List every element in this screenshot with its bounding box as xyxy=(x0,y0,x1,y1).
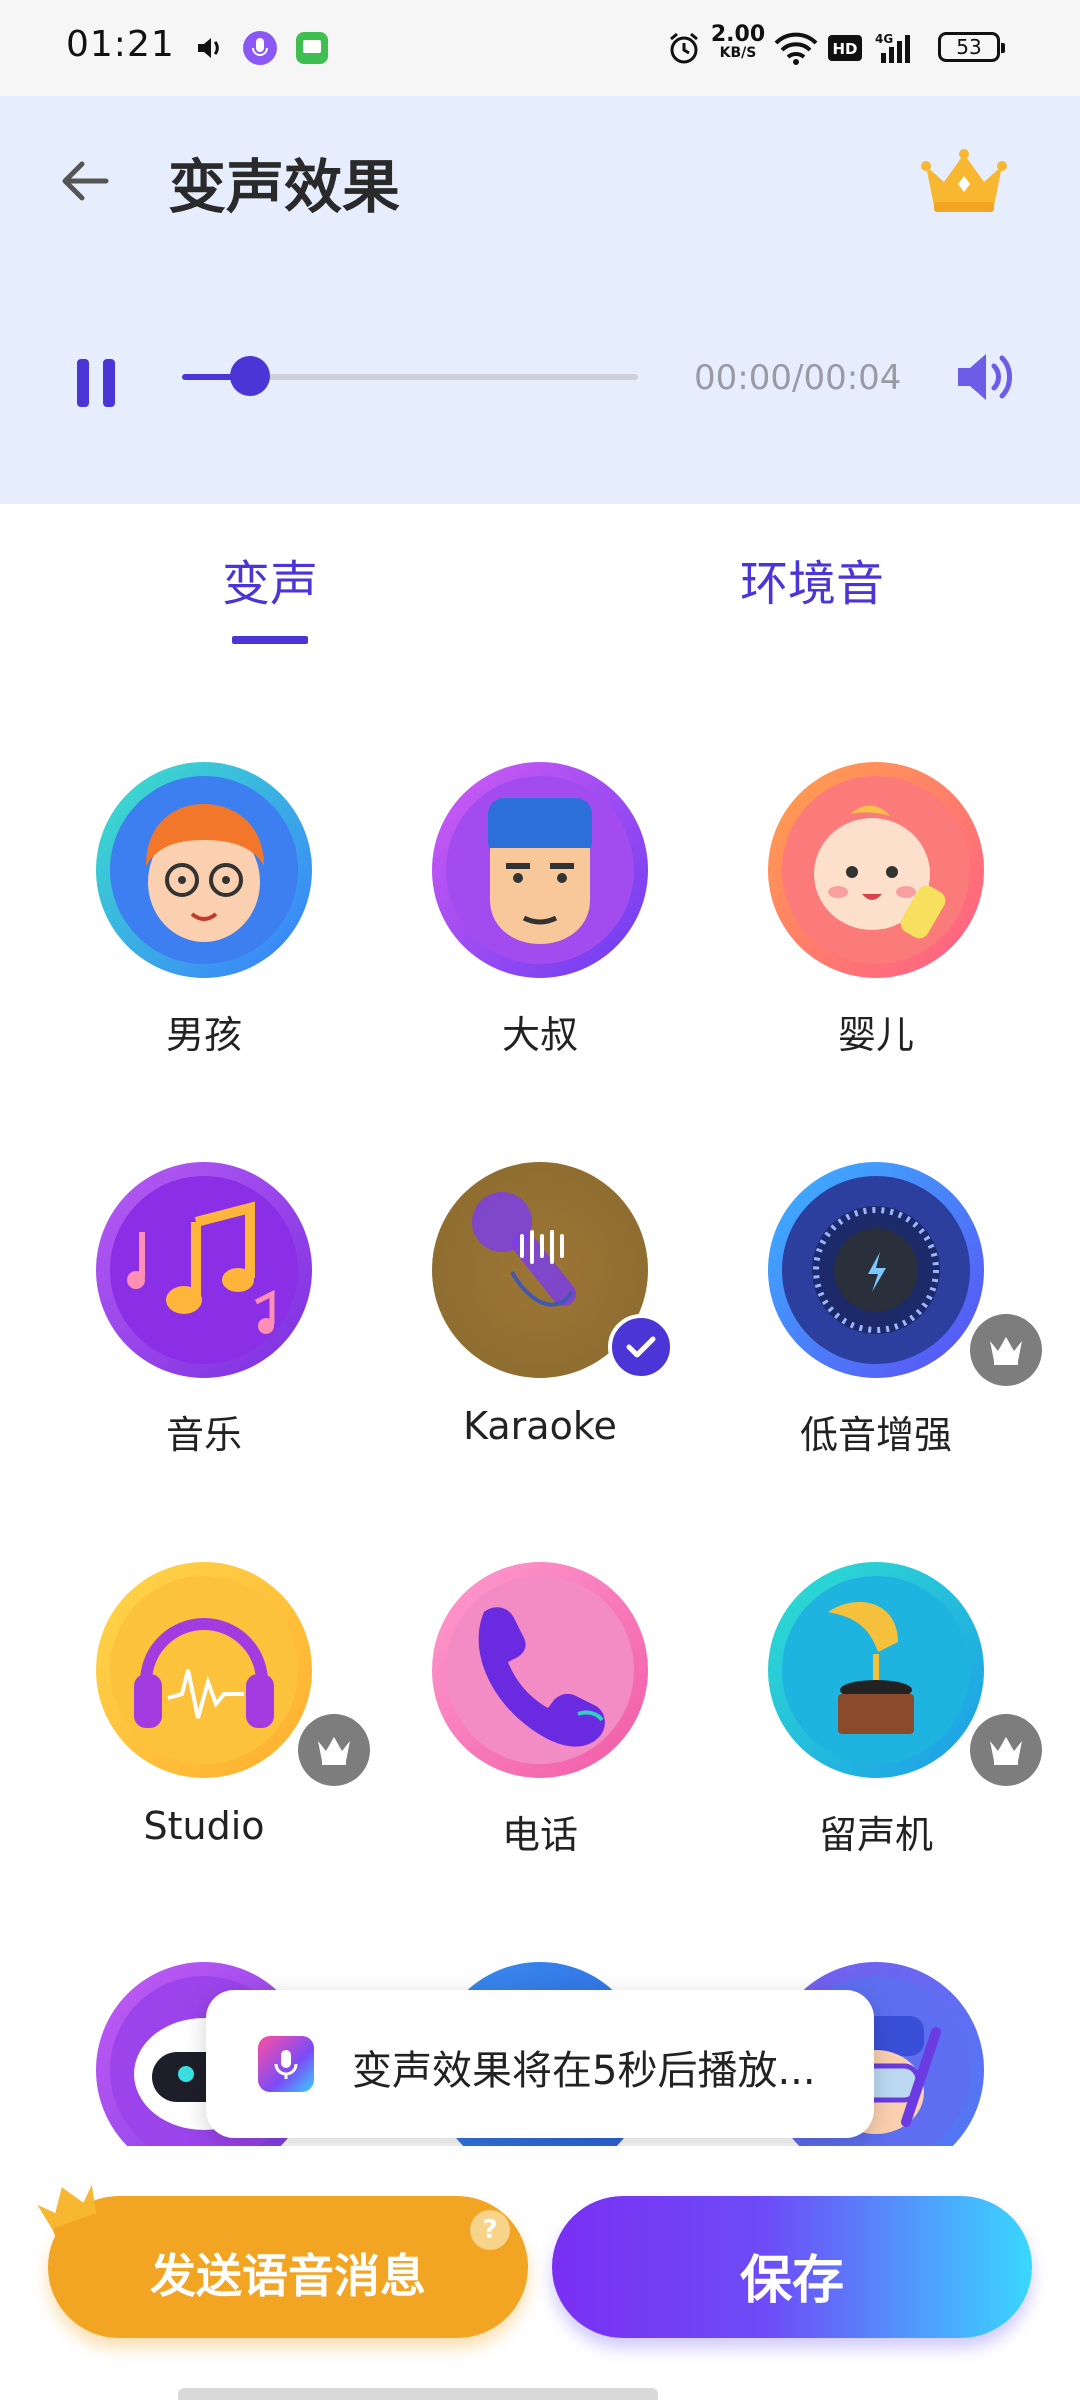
effect-grid: 男孩 大叔 婴儿 音乐 Karaoke 低音增强 Studio 电话 留声机 xyxy=(0,652,1080,2146)
tab-bar: 变声 环境音 xyxy=(0,504,1080,652)
check-icon xyxy=(626,1336,656,1358)
save-button[interactable]: 保存 xyxy=(552,2196,1032,2338)
headphones-icon xyxy=(96,1562,312,1778)
effect-label: Studio xyxy=(143,1804,265,1848)
status-bar: 01:21 2.00 KB/S HD 4G 53 xyxy=(0,0,1080,96)
effect-studio[interactable]: Studio xyxy=(36,1452,372,1848)
voice-app-icon xyxy=(240,28,280,68)
crown-icon xyxy=(318,1737,350,1765)
battery-icon: 53 xyxy=(938,32,1005,62)
effect-label: 男孩 xyxy=(165,1013,242,1057)
tab-voice-change[interactable]: 变声 xyxy=(222,544,318,614)
page-title: 变声效果 xyxy=(168,153,401,221)
pause-button[interactable] xyxy=(66,348,126,418)
volume-button[interactable] xyxy=(950,342,1020,412)
effect-label: 婴儿 xyxy=(837,1013,914,1057)
effect-gramophone[interactable]: 留声机 xyxy=(708,1452,1044,1857)
pause-bar-right xyxy=(103,359,115,407)
effect-bass-boost[interactable]: 低音增强 xyxy=(708,1052,1044,1457)
signal-4g-icon: 4G xyxy=(874,28,920,68)
selected-check-badge xyxy=(608,1314,674,1380)
vip-badge xyxy=(970,1314,1042,1386)
gramophone-icon xyxy=(768,1562,984,1778)
crown-icon xyxy=(990,1737,1022,1765)
svg-text:HD: HD xyxy=(832,40,857,58)
effect-music[interactable]: 音乐 xyxy=(36,1052,372,1457)
music-notes-icon xyxy=(96,1162,312,1378)
effect-label: 留声机 xyxy=(818,1813,933,1857)
seek-thumb[interactable] xyxy=(230,356,271,396)
back-button[interactable] xyxy=(50,146,120,216)
effect-boy[interactable]: 男孩 xyxy=(36,652,372,1057)
home-indicator xyxy=(178,2388,658,2400)
phone-icon xyxy=(432,1562,648,1778)
effect-label: Karaoke xyxy=(463,1404,617,1448)
alarm-icon xyxy=(664,28,704,68)
effect-label: 低音增强 xyxy=(799,1413,952,1457)
net-speed: 2.00 KB/S xyxy=(710,22,766,61)
speaker-icon xyxy=(958,354,1012,400)
app-logo-icon xyxy=(258,2036,314,2092)
message-app-icon xyxy=(292,28,332,68)
help-icon[interactable]: ? xyxy=(470,2210,510,2250)
send-voice-message-button[interactable]: 发送语音消息 ? xyxy=(48,2196,528,2338)
effect-label: 电话 xyxy=(501,1813,578,1857)
vip-crown-button[interactable] xyxy=(918,146,1010,216)
crown-icon xyxy=(37,2184,98,2236)
send-button-label: 发送语音消息 xyxy=(150,2249,426,2303)
effect-baby[interactable]: 婴儿 xyxy=(708,652,1044,1057)
status-time: 01:21 xyxy=(66,24,175,65)
vip-badge xyxy=(970,1714,1042,1786)
effect-phone[interactable]: 电话 xyxy=(372,1452,708,1857)
effect-label: 音乐 xyxy=(165,1413,242,1457)
wifi-icon xyxy=(772,28,820,68)
crown-icon xyxy=(921,149,1007,212)
effect-label: 大叔 xyxy=(501,1013,578,1057)
volume-icon xyxy=(190,28,230,68)
playback-time: 00:00/00:04 xyxy=(694,358,902,398)
effect-uncle[interactable]: 大叔 xyxy=(372,652,708,1057)
boy-avatar-icon xyxy=(96,762,312,978)
hd-icon: HD xyxy=(826,28,864,68)
svg-text:4G: 4G xyxy=(875,32,893,46)
toast: 变声效果将在5秒后播放... xyxy=(206,1990,874,2138)
tab-indicator xyxy=(232,636,308,644)
effect-karaoke[interactable]: Karaoke xyxy=(372,1052,708,1448)
arrow-left-icon xyxy=(62,161,109,201)
crown-icon xyxy=(990,1337,1022,1365)
tab-ambient-sound[interactable]: 环境音 xyxy=(740,544,884,614)
bass-knob-icon xyxy=(768,1162,984,1378)
header: 变声效果 00:00/00:04 xyxy=(0,96,1080,504)
pause-bar-left xyxy=(77,359,89,407)
baby-avatar-icon xyxy=(768,762,984,978)
vip-badge xyxy=(298,1714,370,1786)
toast-message: 变声效果将在5秒后播放... xyxy=(352,2048,816,2094)
save-button-label: 保存 xyxy=(739,2251,844,2311)
uncle-avatar-icon xyxy=(432,762,648,978)
seek-bar[interactable] xyxy=(182,356,638,396)
